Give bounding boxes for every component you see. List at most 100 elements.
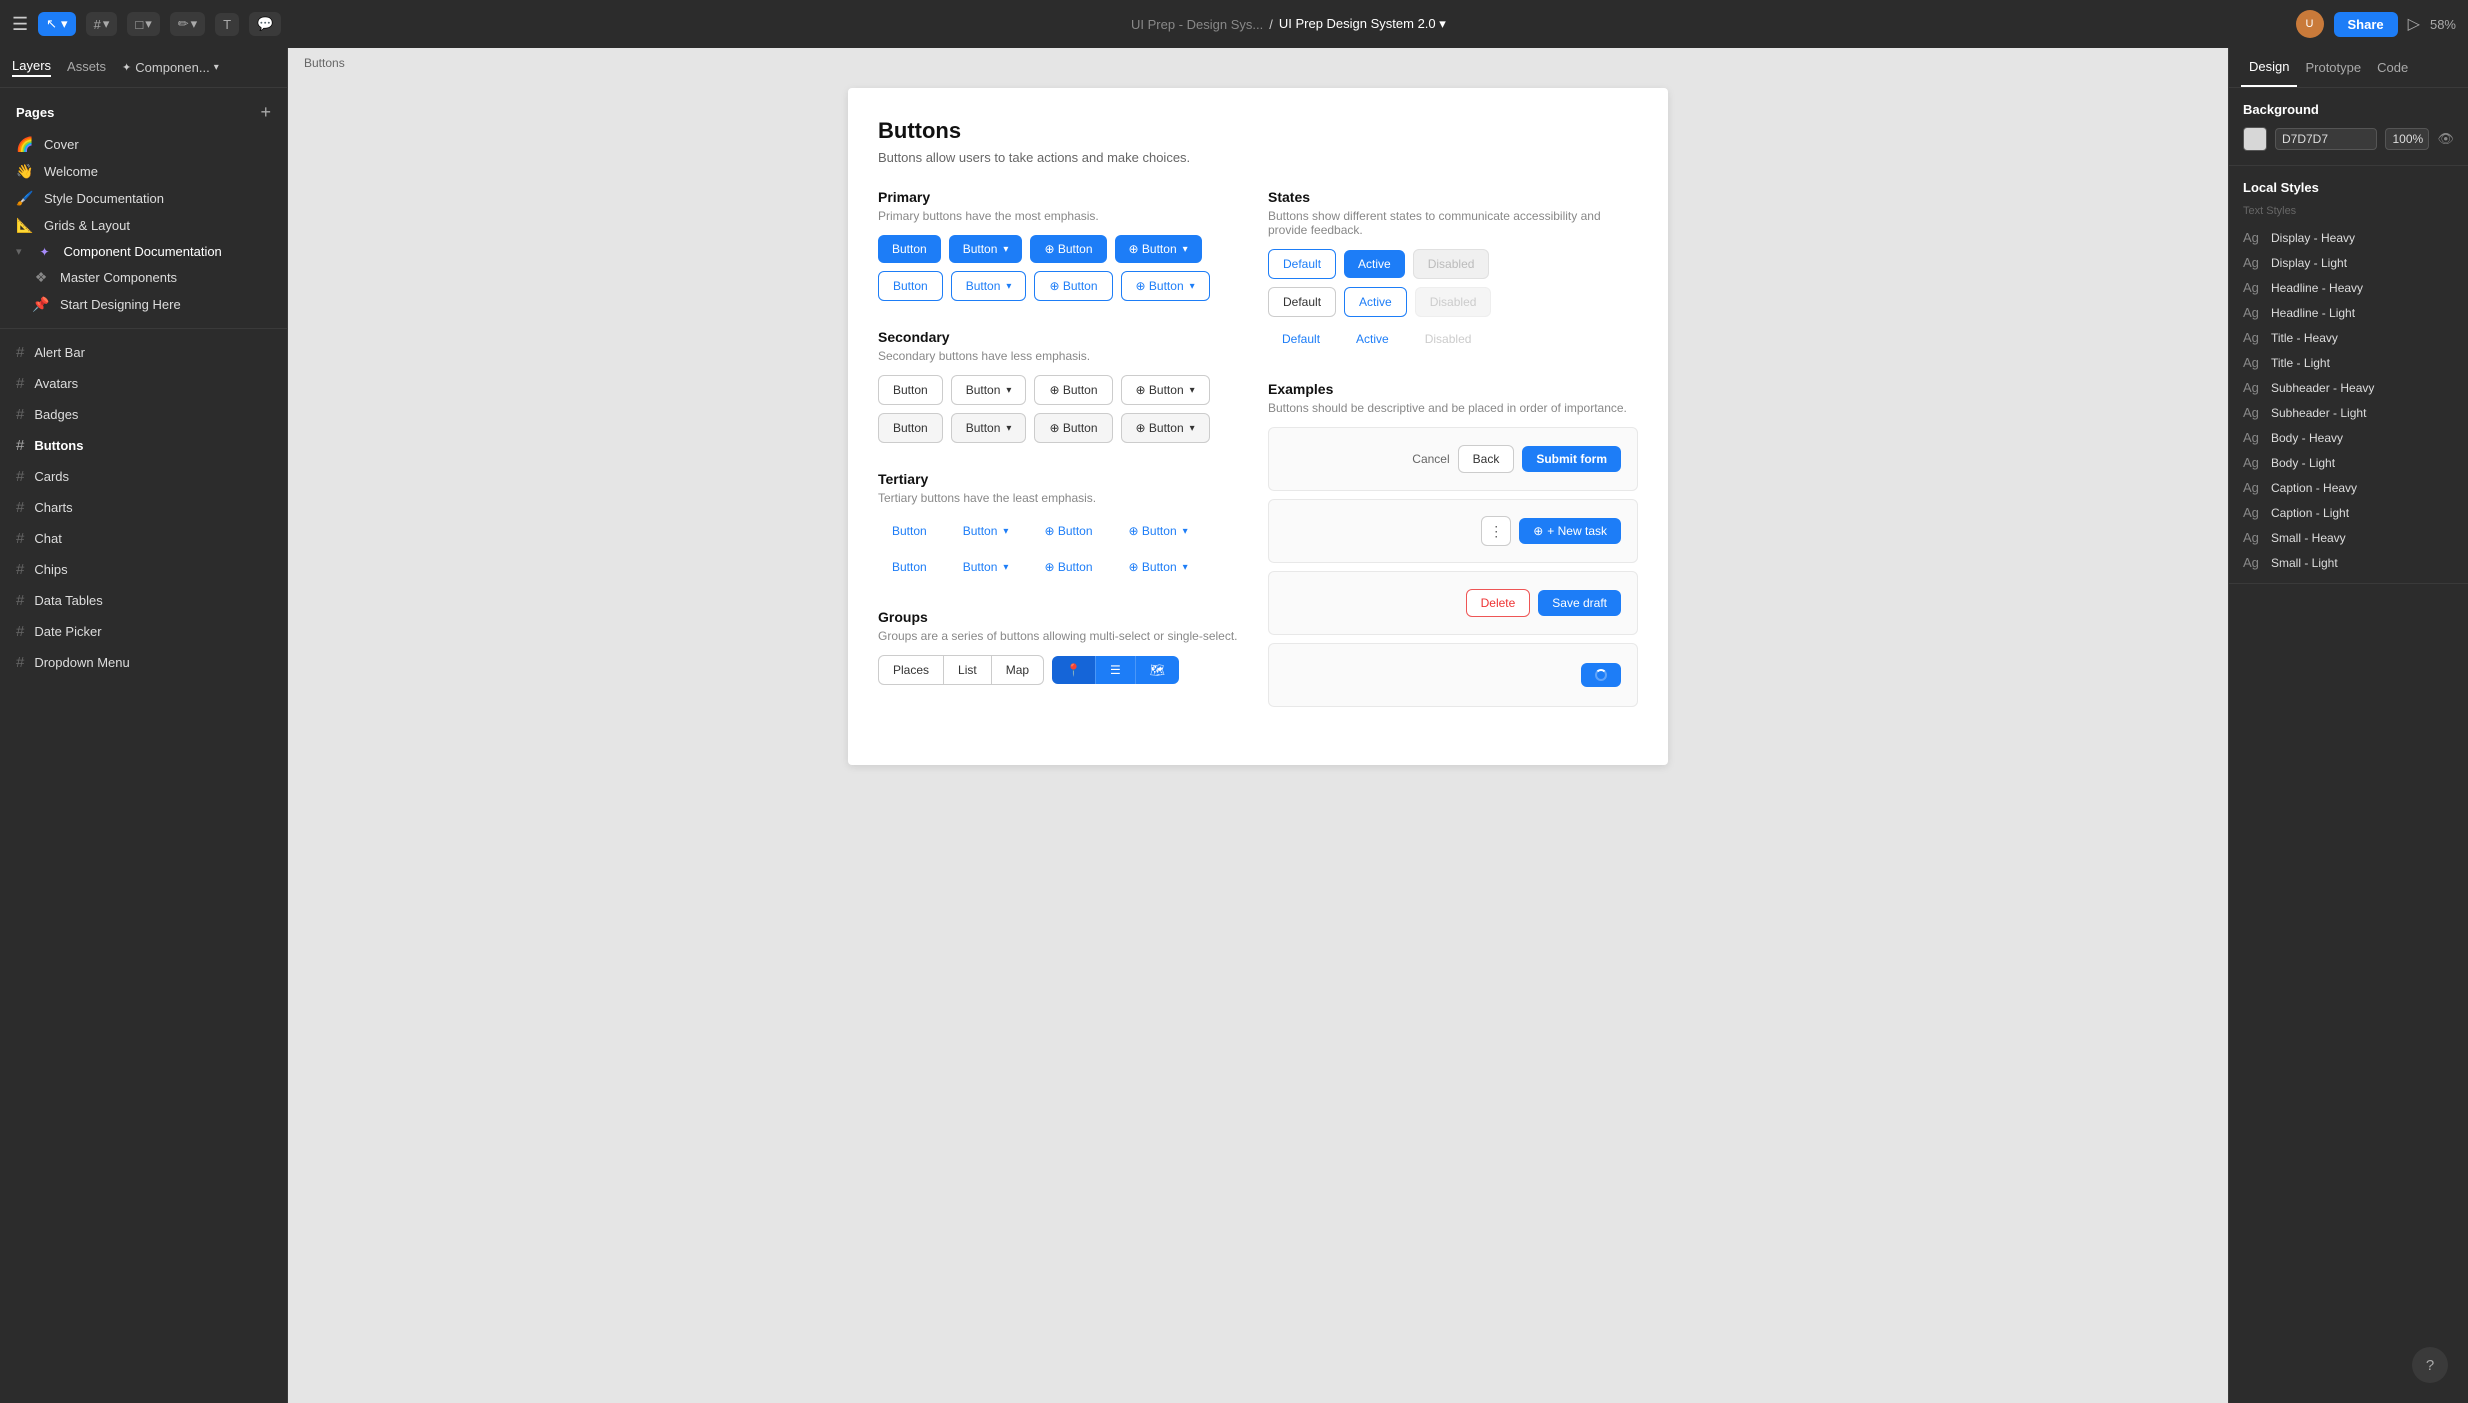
state-btn-active-1[interactable]: Active (1344, 250, 1405, 278)
style-item-subheader-heavy[interactable]: Ag Subheader - Heavy (2243, 375, 2454, 400)
user-avatar[interactable]: U (2296, 10, 2324, 38)
example-spinner-button[interactable] (1581, 663, 1621, 687)
style-item-headline-heavy[interactable]: Ag Headline - Heavy (2243, 275, 2454, 300)
sidebar-item-cards[interactable]: # Cards (0, 461, 287, 492)
tertiary-outline-1[interactable]: Button (878, 553, 941, 581)
group-btn-list[interactable]: List (944, 655, 992, 685)
menu-icon[interactable]: ☰ (12, 14, 28, 35)
tertiary-btn-4[interactable]: ⊕ Button (1115, 517, 1202, 545)
example-save-draft-button[interactable]: Save draft (1538, 590, 1621, 616)
color-hex-value[interactable]: D7D7D7 (2275, 128, 2377, 150)
primary-outline-btn-1[interactable]: Button (878, 271, 943, 301)
group-btn-map[interactable]: Map (992, 655, 1044, 685)
style-item-display-light[interactable]: Ag Display - Light (2243, 250, 2454, 275)
secondary-outline-btn-4[interactable]: ⊕ Button (1121, 413, 1210, 443)
group-icon-btn-pin[interactable]: 📍 (1052, 656, 1095, 684)
style-item-caption-heavy[interactable]: Ag Caption - Heavy (2243, 475, 2454, 500)
tab-code[interactable]: Code (2369, 48, 2416, 87)
secondary-btn-1[interactable]: Button (878, 375, 943, 405)
primary-btn-3[interactable]: ⊕ Button (1030, 235, 1106, 263)
secondary-btn-2[interactable]: Button (951, 375, 1027, 405)
comment-tool[interactable]: 💬 (249, 12, 281, 36)
style-item-caption-light[interactable]: Ag Caption - Light (2243, 500, 2454, 525)
visibility-toggle-icon[interactable]: 👁 (2437, 131, 2454, 147)
tab-design[interactable]: Design (2241, 48, 2297, 87)
style-item-title-heavy[interactable]: Ag Title - Heavy (2243, 325, 2454, 350)
sidebar-item-buttons[interactable]: # Buttons (0, 430, 287, 461)
title-current[interactable]: UI Prep Design System 2.0 ▾ (1279, 16, 1446, 32)
style-item-small-light[interactable]: Ag Small - Light (2243, 550, 2454, 575)
tertiary-outline-4[interactable]: ⊕ Button (1115, 553, 1202, 581)
page-item-style-docs[interactable]: 🖌️ Style Documentation (0, 185, 287, 212)
style-item-headline-light[interactable]: Ag Headline - Light (2243, 300, 2454, 325)
secondary-btn-4[interactable]: ⊕ Button (1121, 375, 1210, 405)
zoom-level[interactable]: 58% (2430, 17, 2456, 32)
tab-layers[interactable]: Layers (12, 58, 51, 77)
state-btn-active-2[interactable]: Active (1344, 287, 1407, 317)
page-item-master-components[interactable]: ❖ Master Components (0, 264, 287, 291)
state-btn-default-3[interactable]: Default (1268, 325, 1334, 353)
sidebar-item-data-tables[interactable]: # Data Tables (0, 585, 287, 616)
page-item-grids[interactable]: 📐 Grids & Layout (0, 212, 287, 239)
page-item-start-designing[interactable]: 📌 Start Designing Here (0, 291, 287, 318)
style-item-body-light[interactable]: Ag Body - Light (2243, 450, 2454, 475)
sidebar-item-date-picker[interactable]: # Date Picker (0, 616, 287, 647)
sidebar-item-charts[interactable]: # Charts (0, 492, 287, 523)
help-button[interactable]: ? (2412, 1347, 2448, 1383)
example-cancel-button[interactable]: Cancel (1412, 452, 1449, 466)
page-item-cover[interactable]: 🌈 Cover (0, 131, 287, 158)
secondary-outline-btn-1[interactable]: Button (878, 413, 943, 443)
primary-outline-btn-4[interactable]: ⊕ Button (1121, 271, 1210, 301)
group-icon-btn-list[interactable]: ☰ (1095, 656, 1135, 684)
tertiary-btn-1[interactable]: Button (878, 517, 941, 545)
style-item-small-heavy[interactable]: Ag Small - Heavy (2243, 525, 2454, 550)
state-btn-default-1[interactable]: Default (1268, 249, 1336, 279)
text-tool[interactable]: T (215, 13, 239, 36)
example-delete-button[interactable]: Delete (1466, 589, 1531, 617)
primary-btn-4[interactable]: ⊕ Button (1115, 235, 1202, 263)
page-item-component-docs[interactable]: ▾ ✦ Component Documentation (0, 239, 287, 264)
primary-outline-btn-3[interactable]: ⊕ Button (1034, 271, 1112, 301)
play-button[interactable]: ▷ (2408, 14, 2420, 34)
color-swatch[interactable] (2243, 127, 2267, 151)
sidebar-item-dropdown-menu[interactable]: # Dropdown Menu (0, 647, 287, 678)
secondary-btn-3[interactable]: ⊕ Button (1034, 375, 1112, 405)
frame-tool[interactable]: # ▾ (86, 12, 118, 36)
sidebar-item-badges[interactable]: # Badges (0, 399, 287, 430)
style-item-subheader-light[interactable]: Ag Subheader - Light (2243, 400, 2454, 425)
primary-btn-2[interactable]: Button (949, 235, 1023, 263)
style-item-body-heavy[interactable]: Ag Body - Heavy (2243, 425, 2454, 450)
state-btn-default-2[interactable]: Default (1268, 287, 1336, 317)
sidebar-item-chat[interactable]: # Chat (0, 523, 287, 554)
example-new-task-button[interactable]: ⊕ + New task (1519, 518, 1621, 544)
secondary-outline-btn-2[interactable]: Button (951, 413, 1027, 443)
style-item-title-light[interactable]: Ag Title - Light (2243, 350, 2454, 375)
share-button[interactable]: Share (2334, 12, 2398, 37)
example-three-dot-button[interactable]: ⋮ (1481, 516, 1511, 546)
state-btn-active-3[interactable]: Active (1342, 325, 1403, 353)
color-opacity-value[interactable]: 100% (2385, 128, 2429, 150)
sidebar-item-avatars[interactable]: # Avatars (0, 368, 287, 399)
tab-assets[interactable]: Assets (67, 59, 106, 76)
tab-prototype[interactable]: Prototype (2297, 48, 2369, 87)
pointer-tool[interactable]: ↖ ▾ (38, 12, 75, 36)
tertiary-outline-2[interactable]: Button (949, 553, 1023, 581)
group-icon-btn-map[interactable]: 🗺 (1135, 656, 1179, 684)
pen-tool[interactable]: ✏ ▾ (170, 12, 205, 36)
example-submit-button[interactable]: Submit form (1522, 446, 1621, 472)
tab-components[interactable]: ✦ Componen... ▾ (122, 60, 219, 75)
add-page-button[interactable]: + (260, 102, 271, 123)
tertiary-btn-3[interactable]: ⊕ Button (1030, 517, 1106, 545)
group-btn-places[interactable]: Places (878, 655, 944, 685)
example-back-button[interactable]: Back (1458, 445, 1515, 473)
sidebar-item-alert-bar[interactable]: # Alert Bar (0, 337, 287, 368)
tertiary-btn-2[interactable]: Button (949, 517, 1023, 545)
shape-tool[interactable]: □ ▾ (127, 12, 159, 36)
secondary-outline-btn-3[interactable]: ⊕ Button (1034, 413, 1112, 443)
primary-outline-btn-2[interactable]: Button (951, 271, 1027, 301)
primary-btn-1[interactable]: Button (878, 235, 941, 263)
style-item-display-heavy[interactable]: Ag Display - Heavy (2243, 225, 2454, 250)
sidebar-item-chips[interactable]: # Chips (0, 554, 287, 585)
tertiary-outline-3[interactable]: ⊕ Button (1030, 553, 1106, 581)
page-item-welcome[interactable]: 👋 Welcome (0, 158, 287, 185)
